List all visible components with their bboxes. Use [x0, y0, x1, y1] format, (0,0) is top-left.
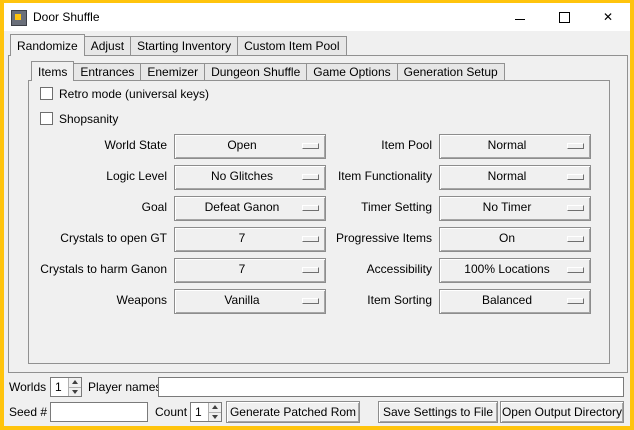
seed-input[interactable] — [50, 402, 148, 422]
weapons-label: Weapons — [29, 289, 167, 312]
tab-randomize[interactable]: Randomize — [10, 34, 85, 56]
tab-dungeon-shuffle[interactable]: Dungeon Shuffle — [204, 63, 307, 80]
tab-game-options[interactable]: Game Options — [306, 63, 397, 80]
door-shuffle-window: Door Shuffle ✕ Randomize Adjust Starting… — [0, 0, 634, 430]
dropdown-indicator-icon — [302, 236, 319, 242]
shopsanity-checkbox[interactable] — [40, 112, 53, 125]
accessibility-dropdown[interactable]: 100% Locations — [439, 258, 591, 283]
worlds-stepper[interactable]: 1 — [50, 377, 82, 397]
dropdown-indicator-icon — [567, 267, 584, 273]
worlds-label: Worlds — [9, 377, 46, 397]
caption-buttons: ✕ — [498, 3, 630, 31]
count-label: Count — [155, 401, 187, 423]
progressive-items-label: Progressive Items — [325, 227, 432, 250]
generate-patched-rom-button[interactable]: Generate Patched Rom — [226, 401, 360, 423]
world-state-dropdown[interactable]: Open — [174, 134, 326, 159]
titlebar: Door Shuffle ✕ — [4, 3, 630, 31]
randomize-tab-pane: Items Entrances Enemizer Dungeon Shuffle… — [8, 55, 628, 373]
window-title: Door Shuffle — [33, 3, 100, 31]
dropdown-indicator-icon — [302, 205, 319, 211]
minimize-button[interactable] — [498, 3, 542, 31]
stepper-arrows — [208, 403, 221, 421]
dropdown-indicator-icon — [567, 143, 584, 149]
secondary-tab-bar: Items Entrances Enemizer Dungeon Shuffle… — [31, 62, 505, 80]
dropdown-indicator-icon — [567, 205, 584, 211]
logic-level-dropdown[interactable]: No Glitches — [174, 165, 326, 190]
close-button[interactable]: ✕ — [586, 3, 630, 31]
increment-icon[interactable] — [208, 403, 221, 413]
open-output-directory-button[interactable]: Open Output Directory — [500, 401, 624, 423]
accessibility-label: Accessibility — [325, 258, 432, 281]
maximize-button[interactable] — [542, 3, 586, 31]
increment-icon[interactable] — [68, 378, 81, 388]
tab-enemizer[interactable]: Enemizer — [140, 63, 205, 80]
stepper-arrows — [68, 378, 81, 396]
tab-entrances[interactable]: Entrances — [73, 63, 141, 80]
dropdown-indicator-icon — [302, 174, 319, 180]
dropdown-indicator-icon — [302, 267, 319, 273]
shopsanity-row: Shopsanity — [40, 112, 118, 125]
client-area: Randomize Adjust Starting Inventory Cust… — [4, 31, 630, 426]
item-pool-dropdown[interactable]: Normal — [439, 134, 591, 159]
app-icon[interactable] — [11, 10, 27, 26]
dropdown-indicator-icon — [567, 236, 584, 242]
goal-dropdown[interactable]: Defeat Ganon — [174, 196, 326, 221]
timer-setting-dropdown[interactable]: No Timer — [439, 196, 591, 221]
close-icon: ✕ — [603, 11, 613, 23]
seed-label: Seed # — [9, 401, 47, 423]
shopsanity-label: Shopsanity — [59, 112, 118, 126]
progressive-items-dropdown[interactable]: On — [439, 227, 591, 252]
primary-tab-bar: Randomize Adjust Starting Inventory Cust… — [10, 35, 347, 55]
tab-custom-item-pool[interactable]: Custom Item Pool — [237, 36, 346, 55]
count-stepper[interactable]: 1 — [190, 402, 222, 422]
items-tab-pane: Retro mode (universal keys) Shopsanity W… — [28, 80, 610, 364]
worlds-value: 1 — [51, 378, 68, 396]
dropdown-indicator-icon — [302, 298, 319, 304]
item-functionality-label: Item Functionality — [325, 165, 432, 188]
world-state-label: World State — [29, 134, 167, 157]
item-sorting-dropdown[interactable]: Balanced — [439, 289, 591, 314]
save-settings-button[interactable]: Save Settings to File — [378, 401, 498, 423]
player-names-label: Player names — [88, 377, 161, 397]
retro-mode-checkbox[interactable] — [40, 87, 53, 100]
goal-label: Goal — [29, 196, 167, 219]
tab-items[interactable]: Items — [31, 61, 74, 81]
count-value: 1 — [191, 403, 208, 421]
minimize-icon — [515, 19, 525, 20]
crystals-open-gt-dropdown[interactable]: 7 — [174, 227, 326, 252]
retro-mode-row: Retro mode (universal keys) — [40, 87, 209, 100]
item-sorting-label: Item Sorting — [325, 289, 432, 312]
worlds-row: Worlds 1 Player names — [4, 377, 630, 397]
crystals-harm-ganon-dropdown[interactable]: 7 — [174, 258, 326, 283]
seed-row: Seed # Count 1 Generate Patched Rom Save… — [4, 401, 630, 423]
dropdown-indicator-icon — [302, 143, 319, 149]
item-pool-label: Item Pool — [325, 134, 432, 157]
item-functionality-dropdown[interactable]: Normal — [439, 165, 591, 190]
dropdown-indicator-icon — [567, 174, 584, 180]
tab-starting-inventory[interactable]: Starting Inventory — [130, 36, 238, 55]
weapons-dropdown[interactable]: Vanilla — [174, 289, 326, 314]
maximize-icon — [559, 12, 570, 23]
retro-mode-label: Retro mode (universal keys) — [59, 87, 209, 101]
crystals-open-gt-label: Crystals to open GT — [29, 227, 167, 250]
player-names-input[interactable] — [158, 377, 624, 397]
crystals-harm-ganon-label: Crystals to harm Ganon — [29, 258, 167, 281]
tab-generation-setup[interactable]: Generation Setup — [397, 63, 505, 80]
dropdown-indicator-icon — [567, 298, 584, 304]
tab-adjust[interactable]: Adjust — [84, 36, 131, 55]
decrement-icon[interactable] — [68, 388, 81, 397]
timer-setting-label: Timer Setting — [325, 196, 432, 219]
decrement-icon[interactable] — [208, 413, 221, 422]
logic-level-label: Logic Level — [29, 165, 167, 188]
